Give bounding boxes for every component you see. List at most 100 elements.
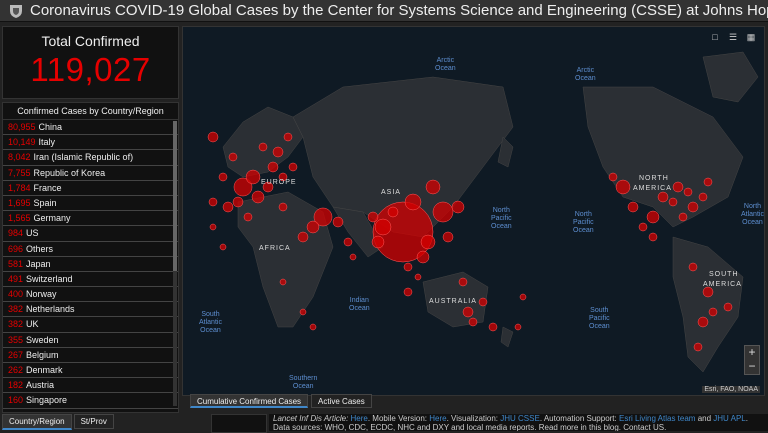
list-item[interactable]: 984 US <box>3 226 178 242</box>
case-bubble[interactable] <box>371 235 385 249</box>
list-item[interactable]: 1,695 Spain <box>3 196 178 212</box>
list-item[interactable]: 262 Denmark <box>3 363 178 379</box>
case-bubble[interactable] <box>404 193 422 211</box>
case-bubble[interactable] <box>458 277 468 287</box>
case-bubble[interactable] <box>207 131 219 143</box>
case-bubble[interactable] <box>414 273 422 281</box>
tab-country-region[interactable]: Country/Region <box>2 414 72 430</box>
zoom-in-button[interactable]: + <box>745 346 759 360</box>
case-bubble[interactable] <box>222 201 234 213</box>
case-bubble[interactable] <box>514 323 522 331</box>
jhu-apl-link[interactable]: JHU APL <box>713 414 745 423</box>
case-bubble[interactable] <box>697 316 709 328</box>
list-item[interactable]: 581 Japan <box>3 257 178 272</box>
list-item[interactable]: 80,955 China <box>3 120 178 136</box>
case-bubble[interactable] <box>332 216 344 228</box>
list-item[interactable]: 382 Netherlands <box>3 302 178 318</box>
list-item[interactable]: 7,755 Republic of Korea <box>3 166 178 181</box>
case-bubble[interactable] <box>309 323 317 331</box>
case-bubble[interactable] <box>279 278 287 286</box>
case-bubble[interactable] <box>403 262 413 272</box>
case-bubble[interactable] <box>209 223 217 231</box>
case-bubble[interactable] <box>678 212 688 222</box>
case-bubble[interactable] <box>657 191 669 203</box>
case-bubble[interactable] <box>648 232 658 242</box>
esri-living-atlas-link[interactable]: Esri Living Atlas team <box>619 414 695 423</box>
bookmark-icon[interactable]: □ <box>708 31 722 43</box>
case-bubble[interactable] <box>243 212 253 222</box>
list-item[interactable]: 491 Switzerland <box>3 272 178 288</box>
list-item[interactable]: 400 Norway <box>3 287 178 303</box>
case-bubble[interactable] <box>349 253 357 261</box>
case-bubble[interactable] <box>638 222 648 232</box>
mobile-version-link[interactable]: Here <box>429 414 446 423</box>
country-list-scrollbar[interactable] <box>173 121 177 406</box>
case-bubble[interactable] <box>297 231 309 243</box>
case-bubble[interactable] <box>283 132 293 142</box>
list-item[interactable]: 267 Belgium <box>3 348 178 363</box>
case-bubble[interactable] <box>442 231 454 243</box>
case-bubble[interactable] <box>646 210 660 224</box>
case-bubble[interactable] <box>343 237 353 247</box>
lancet-link[interactable]: Here <box>351 414 368 423</box>
tab-st-prov[interactable]: St/Prov <box>73 414 114 429</box>
case-bubble[interactable] <box>488 322 498 332</box>
case-bubble[interactable] <box>672 181 684 193</box>
list-item[interactable]: 696 Others <box>3 242 178 257</box>
list-item[interactable]: 182 Austria <box>3 378 178 394</box>
legend-list-icon[interactable]: ☰ <box>726 31 740 43</box>
list-item[interactable]: 1,565 Germany <box>3 211 178 227</box>
case-bubble[interactable] <box>251 190 265 204</box>
list-item[interactable]: 355 Sweden <box>3 333 178 348</box>
case-bubble[interactable] <box>272 146 284 158</box>
case-bubble[interactable] <box>403 287 413 297</box>
case-bubble[interactable] <box>299 308 307 316</box>
list-item[interactable]: 129Malaysia <box>3 409 178 412</box>
case-bubble[interactable] <box>687 201 699 213</box>
case-bubble[interactable] <box>219 243 227 251</box>
case-bubble[interactable] <box>451 200 465 214</box>
case-bubble[interactable] <box>218 172 228 182</box>
scrollbar-thumb[interactable] <box>173 121 177 271</box>
case-bubble[interactable] <box>232 196 244 208</box>
case-bubble[interactable] <box>278 202 288 212</box>
case-bubble[interactable] <box>723 302 733 312</box>
list-item[interactable]: 8,042 Iran (Islamic Republic of) <box>3 150 178 166</box>
case-bubble[interactable] <box>228 152 238 162</box>
list-item[interactable]: 160 Singapore <box>3 393 178 409</box>
case-bubble[interactable] <box>688 262 698 272</box>
case-bubble[interactable] <box>683 187 693 197</box>
case-bubble[interactable] <box>374 218 392 236</box>
case-bubble[interactable] <box>462 306 474 318</box>
case-bubble[interactable] <box>367 211 379 223</box>
list-item[interactable]: 382 UK <box>3 317 178 333</box>
tab-active-cases[interactable]: Active Cases <box>311 394 372 408</box>
case-bubble[interactable] <box>702 286 714 298</box>
case-bubble[interactable] <box>627 201 639 213</box>
case-bubble[interactable] <box>478 297 488 307</box>
list-item[interactable]: 10,149 Italy <box>3 135 178 151</box>
zoom-out-button[interactable]: − <box>745 360 759 374</box>
world-map[interactable]: Arctic Ocean Arctic Ocean North Pacific … <box>182 26 765 396</box>
case-bubble[interactable] <box>519 293 527 301</box>
case-bubble[interactable] <box>698 192 708 202</box>
case-bubble[interactable] <box>416 250 430 264</box>
case-bubble[interactable] <box>468 317 478 327</box>
case-bubble[interactable] <box>258 142 268 152</box>
case-bubble[interactable] <box>288 162 298 172</box>
case-bubble[interactable] <box>267 161 279 173</box>
case-bubble[interactable] <box>208 197 218 207</box>
list-item[interactable]: 1,784 France <box>3 181 178 196</box>
case-bubble[interactable] <box>608 172 618 182</box>
case-bubble[interactable] <box>432 201 454 223</box>
case-bubble[interactable] <box>387 206 399 218</box>
tab-cumulative-confirmed[interactable]: Cumulative Confirmed Cases <box>190 394 309 408</box>
case-bubble[interactable] <box>425 179 441 195</box>
case-bubble[interactable] <box>420 234 436 250</box>
case-bubble[interactable] <box>703 177 713 187</box>
case-bubble[interactable] <box>245 169 261 185</box>
case-bubble[interactable] <box>708 307 718 317</box>
case-bubble[interactable] <box>668 197 678 207</box>
case-bubble[interactable] <box>615 179 631 195</box>
case-bubble[interactable] <box>306 220 320 234</box>
